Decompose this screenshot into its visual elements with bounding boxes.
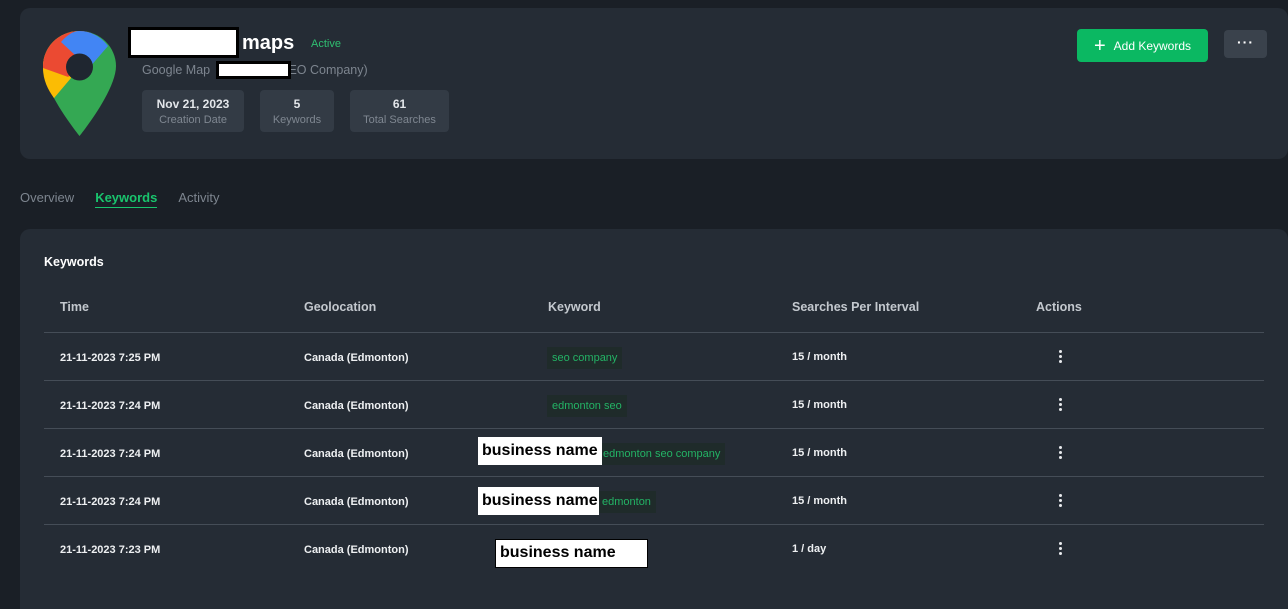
- stat-value: 5: [293, 96, 301, 111]
- row-time: 21-11-2023 7:24 PM: [60, 448, 161, 460]
- more-options-button[interactable]: ···: [1224, 30, 1267, 58]
- stat-total-searches: 61 Total Searches: [350, 90, 449, 132]
- row-searches: 15 / month: [792, 399, 848, 411]
- row-geolocation: Canada (Edmonton): [304, 352, 409, 364]
- keyword-chip: edmonton: [597, 491, 656, 513]
- status-badge: Active: [311, 38, 341, 50]
- keyword-chip: seo company: [547, 347, 623, 369]
- stat-value: Nov 21, 2023: [156, 96, 230, 111]
- column-header-time: Time: [60, 300, 89, 314]
- row-geolocation: Canada (Edmonton): [304, 400, 409, 412]
- row-geolocation: Canada (Edmonton): [304, 496, 409, 508]
- table-row: 21-11-2023 7:24 PM Canada (Edmonton) edm…: [44, 381, 1264, 429]
- stat-creation-date: Nov 21, 2023 Creation Date: [142, 90, 244, 132]
- row-searches: 1 / day: [792, 543, 827, 555]
- column-header-geolocation: Geolocation: [304, 300, 377, 314]
- stat-value: 61: [392, 96, 407, 111]
- column-header-keyword: Keyword: [548, 300, 601, 314]
- row-actions-icon[interactable]: [1057, 446, 1063, 462]
- business-name-overlay: business name: [478, 437, 602, 465]
- redacted-subtitle-block: [216, 61, 291, 79]
- column-header-searches: Searches Per Interval: [792, 300, 920, 314]
- plus-icon: +: [1093, 34, 1106, 57]
- add-keywords-button[interactable]: + Add Keywords: [1077, 29, 1208, 62]
- subtitle-suffix: SEO Company): [280, 63, 368, 77]
- row-geolocation: Canada (Edmonton): [304, 544, 409, 556]
- business-name-overlay: business name: [478, 487, 599, 515]
- tab-overview[interactable]: Overview: [20, 190, 74, 208]
- keyword-chip: edmonton seo company: [598, 443, 726, 465]
- row-time: 21-11-2023 7:24 PM: [60, 400, 161, 412]
- stat-label: Total Searches: [363, 113, 436, 126]
- row-actions-icon[interactable]: [1057, 542, 1063, 558]
- row-actions-icon[interactable]: [1057, 398, 1063, 414]
- keywords-card: Keywords Time Geolocation Keyword Search…: [20, 229, 1288, 609]
- project-title: maps: [242, 32, 295, 54]
- column-header-actions: Actions: [1036, 300, 1082, 314]
- redacted-name-block: [128, 27, 239, 58]
- google-maps-pin-icon: [43, 31, 116, 136]
- row-searches: 15 / month: [792, 351, 848, 363]
- row-actions-icon[interactable]: [1057, 494, 1063, 510]
- stat-keywords: 5 Keywords: [260, 90, 334, 132]
- add-keywords-label: Add Keywords: [1113, 38, 1192, 53]
- table-row: 21-11-2023 7:23 PM Canada (Edmonton) bus…: [44, 525, 1264, 573]
- table-row: 21-11-2023 7:24 PM Canada (Edmonton) edm…: [44, 477, 1264, 525]
- table-row: 21-11-2023 7:24 PM Canada (Edmonton) edm…: [44, 429, 1264, 477]
- row-time: 21-11-2023 7:24 PM: [60, 496, 161, 508]
- keywords-section-title: Keywords: [44, 255, 104, 269]
- keyword-chip: edmonton seo: [547, 395, 627, 417]
- stat-label: Keywords: [272, 113, 322, 126]
- row-actions-icon[interactable]: [1057, 350, 1063, 366]
- table-row: 21-11-2023 7:25 PM Canada (Edmonton) seo…: [44, 333, 1264, 381]
- subtitle-prefix: Google Map: [142, 63, 211, 77]
- tab-keywords[interactable]: Keywords: [95, 190, 158, 208]
- row-searches: 15 / month: [792, 447, 848, 459]
- row-time: 21-11-2023 7:25 PM: [60, 352, 161, 364]
- stat-label: Creation Date: [159, 113, 227, 126]
- tab-activity[interactable]: Activity: [178, 190, 219, 208]
- row-time: 21-11-2023 7:23 PM: [60, 544, 161, 556]
- row-searches: 15 / month: [792, 495, 848, 507]
- project-tabs: Overview Keywords Activity: [20, 190, 220, 208]
- project-header-card: maps Active Google Map SEO Company) Nov 2…: [20, 8, 1288, 159]
- business-name-overlay: business name: [495, 539, 648, 568]
- row-geolocation: Canada (Edmonton): [304, 448, 409, 460]
